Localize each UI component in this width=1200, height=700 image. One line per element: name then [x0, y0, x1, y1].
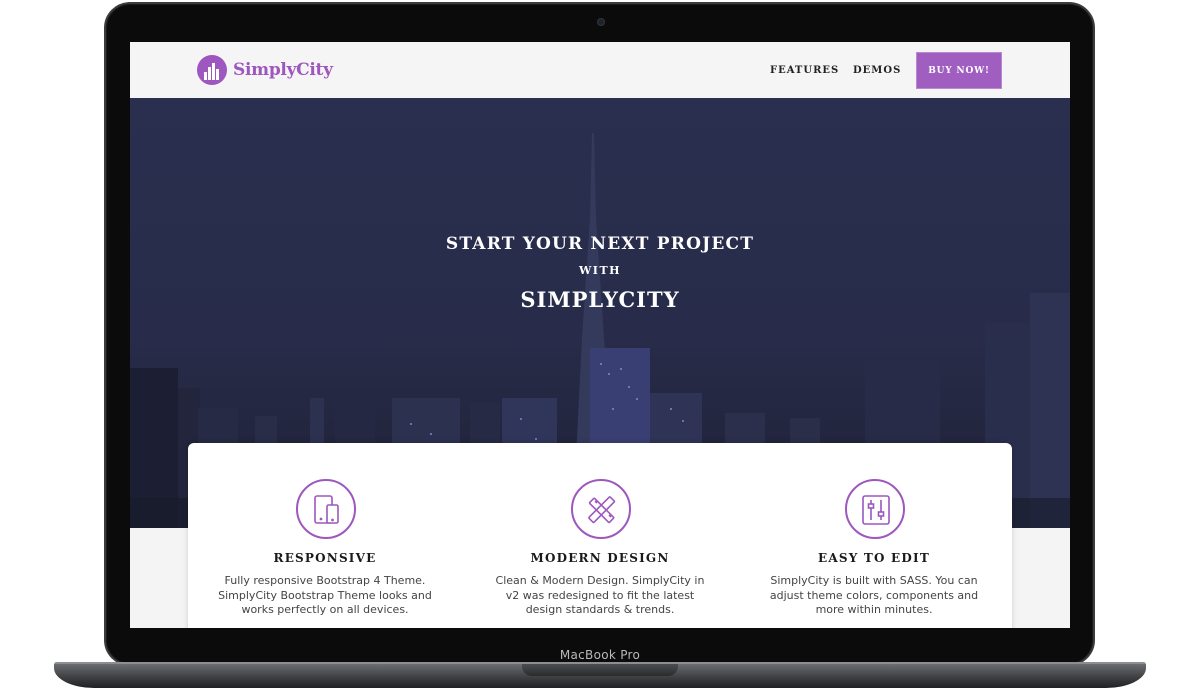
feature-description: SimplyCity is built with SASS. You can a…: [769, 574, 979, 616]
nav-link-features[interactable]: FEATURES: [770, 65, 839, 76]
navbar: SimplyCity FEATURES DEMOS BUY NOW!: [130, 42, 1070, 98]
feature-description: Fully responsive Bootstrap 4 Theme. Simp…: [218, 574, 432, 616]
pencil-ruler-icon: [571, 479, 631, 539]
sliders-icon: [845, 479, 905, 539]
feature-title: MODERN DESIGN: [530, 551, 670, 565]
features-card: RESPONSIVE Fully responsive Bootstrap 4 …: [188, 443, 1012, 628]
camera-icon: [597, 18, 605, 26]
browser-screen: START YOUR NEXT PROJECT WITH SIMPLYCITY …: [130, 42, 1070, 628]
feature-title: EASY TO EDIT: [818, 551, 930, 565]
city-logo-icon: [197, 55, 227, 85]
feature-title: RESPONSIVE: [273, 551, 377, 565]
laptop-notch: [522, 664, 678, 676]
brand-link[interactable]: SimplyCity: [197, 55, 333, 85]
hero-heading-brand: SIMPLYCITY: [520, 287, 680, 312]
device-label: MacBook Pro: [559, 648, 641, 662]
feature-description: Clean & Modern Design. SimplyCity in v2 …: [495, 574, 705, 616]
devices-icon: [296, 479, 356, 539]
buy-now-button[interactable]: BUY NOW!: [916, 52, 1002, 89]
brand-name: SimplyCity: [233, 60, 333, 80]
hero-heading-line2: WITH: [578, 264, 622, 277]
nav-link-demos[interactable]: DEMOS: [853, 65, 901, 76]
hero-heading-line1: START YOUR NEXT PROJECT: [445, 234, 755, 254]
